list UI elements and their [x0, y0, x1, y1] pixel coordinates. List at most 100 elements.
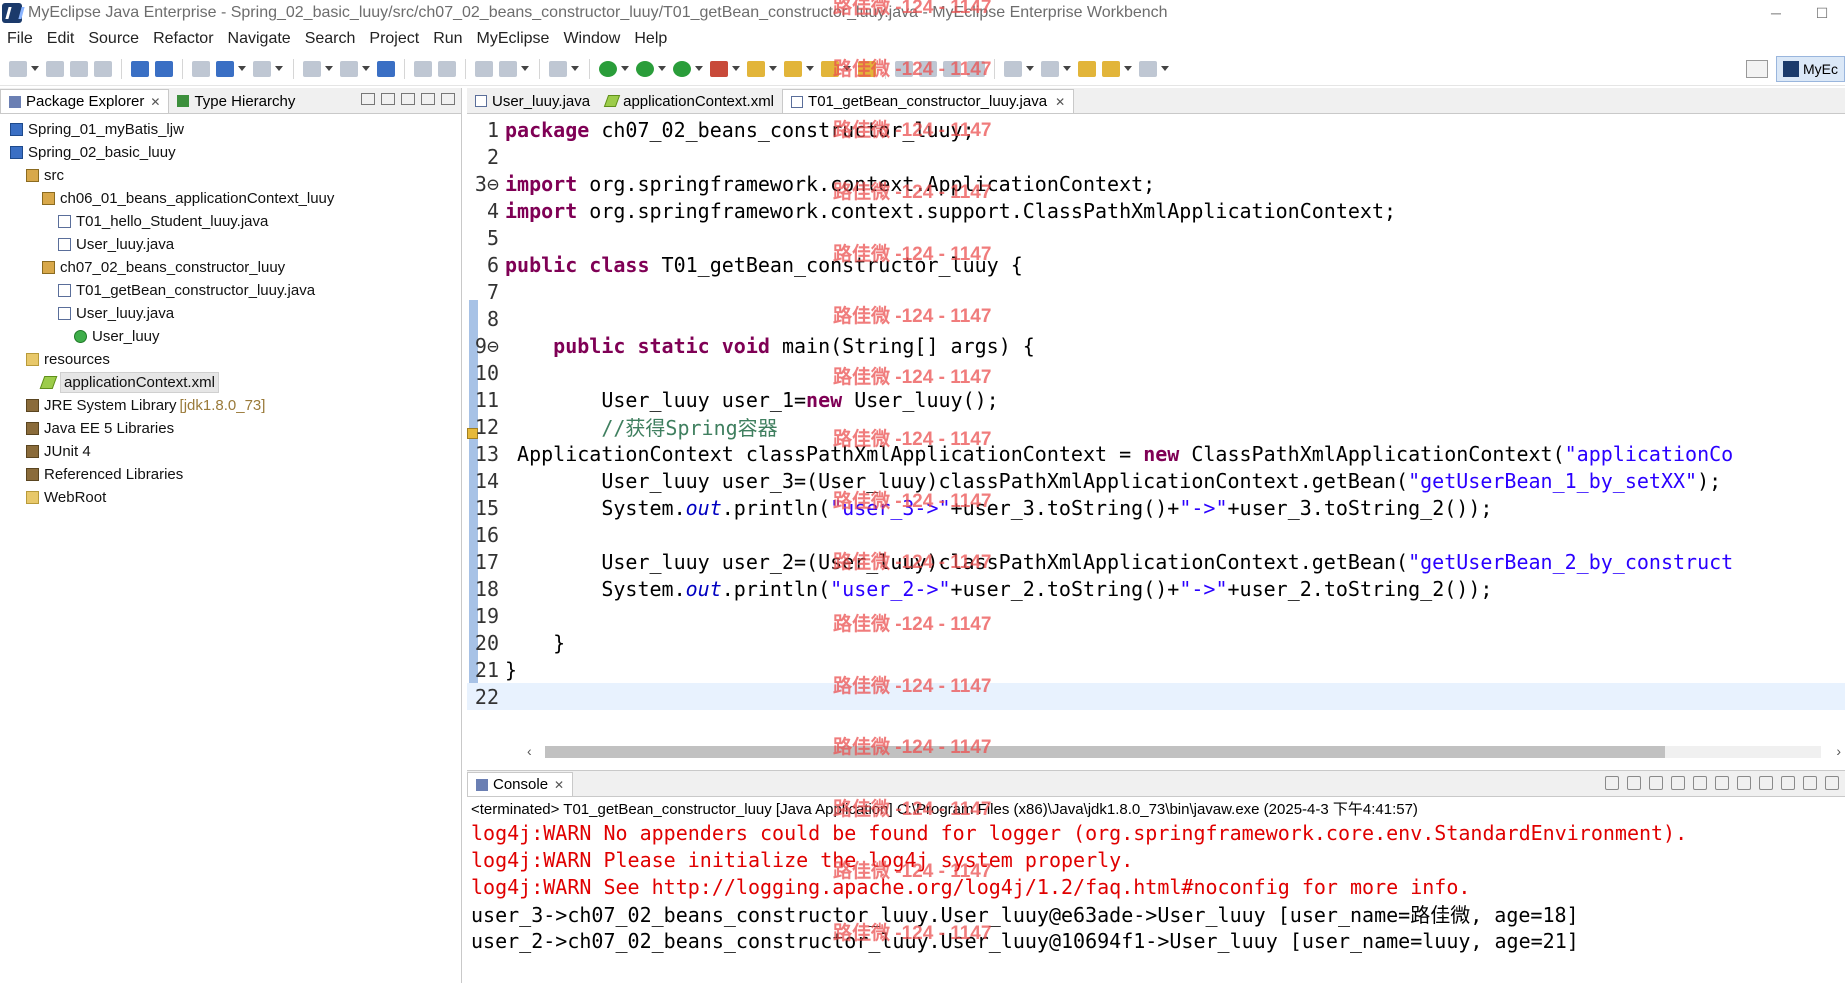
- tree-item[interactable]: Spring_01_myBatis_ljw: [0, 118, 461, 141]
- open-type-dropdown-icon[interactable]: [275, 66, 283, 71]
- code-line[interactable]: 8: [467, 305, 1845, 332]
- tree-item[interactable]: applicationContext.xml: [0, 371, 461, 394]
- collapse-all-icon[interactable]: [361, 93, 375, 105]
- new-dropdown-icon[interactable]: [31, 66, 39, 71]
- menu-source[interactable]: Source: [81, 30, 146, 48]
- code-line[interactable]: 3⊖ import org.springframework.context.App…: [467, 170, 1845, 197]
- new-package-icon[interactable]: [155, 60, 173, 77]
- menu-run[interactable]: Run: [426, 30, 469, 48]
- open-perspective-icon[interactable]: [1746, 60, 1768, 78]
- toggle-mark-occurrences-icon[interactable]: [895, 60, 913, 77]
- sync-icon[interactable]: [499, 60, 517, 77]
- code-line[interactable]: 12 //获得Spring容器: [467, 413, 1845, 441]
- back-icon[interactable]: [1102, 60, 1120, 77]
- web-browser-icon[interactable]: [192, 60, 210, 77]
- deploy-icon[interactable]: [340, 60, 358, 77]
- code-line[interactable]: 21}: [467, 656, 1845, 683]
- external-tools-icon[interactable]: [549, 60, 567, 77]
- run-icon[interactable]: [636, 60, 654, 77]
- tree-item[interactable]: resources: [0, 348, 461, 371]
- remove-all-terminated-icon[interactable]: [1649, 776, 1663, 790]
- remove-launch-icon[interactable]: [1627, 776, 1641, 790]
- editor-tab[interactable]: T01_getBean_constructor_luuy.java ✕: [782, 89, 1075, 113]
- tree-item[interactable]: ch07_02_beans_constructor_luuy: [0, 256, 461, 279]
- tree-item[interactable]: User_luuy.java: [0, 302, 461, 325]
- block-selection-icon[interactable]: [967, 60, 985, 77]
- code-line[interactable]: 18 System.out.println("user_2->"+user_2.…: [467, 575, 1845, 602]
- back-dropdown-icon[interactable]: [1124, 66, 1132, 71]
- code-line[interactable]: 7: [467, 278, 1845, 305]
- code-line[interactable]: 13 ApplicationContext classPathXmlApplic…: [467, 440, 1845, 467]
- link-with-editor-icon[interactable]: [381, 93, 395, 105]
- code-line[interactable]: 1 package ch07_02_beans_constructor_luuy;: [467, 116, 1845, 143]
- forward-dropdown-icon[interactable]: [1161, 66, 1169, 71]
- editor-tab[interactable]: User_luuy.java: [467, 89, 598, 113]
- show-on-error-icon[interactable]: [1737, 776, 1751, 790]
- maximize-view-icon[interactable]: [441, 93, 455, 105]
- scroll-right-icon[interactable]: ›: [1836, 743, 1841, 759]
- globe-icon[interactable]: [377, 60, 395, 77]
- code-line[interactable]: 5: [467, 224, 1845, 251]
- show-whitespace-icon[interactable]: [943, 60, 961, 77]
- tab-package-explorer[interactable]: Package Explorer ✕: [0, 89, 170, 113]
- new-icon[interactable]: [9, 60, 27, 77]
- open-folder-icon[interactable]: [821, 60, 839, 77]
- tree-item[interactable]: WebRoot: [0, 486, 461, 509]
- editor-tab[interactable]: applicationContext.xml: [598, 89, 782, 113]
- previous-annotation-dropdown-icon[interactable]: [1063, 66, 1071, 71]
- external-tools-dropdown-icon[interactable]: [571, 66, 579, 71]
- tree-item[interactable]: ch06_01_beans_applicationContext_luuy: [0, 187, 461, 210]
- next-annotation-icon[interactable]: [1004, 60, 1022, 77]
- menu-search[interactable]: Search: [298, 30, 363, 48]
- search-dropdown-icon[interactable]: [238, 66, 246, 71]
- code-line[interactable]: 6 public class T01_getBean_constructor_lu…: [467, 251, 1845, 278]
- menu-project[interactable]: Project: [362, 30, 426, 48]
- menu-edit[interactable]: Edit: [40, 30, 82, 48]
- open-console-icon[interactable]: [1803, 776, 1817, 790]
- debug-icon[interactable]: [599, 60, 617, 77]
- code-line[interactable]: 15 System.out.println("user_3->"+user_3.…: [467, 494, 1845, 521]
- tab-type-hierarchy[interactable]: Type Hierarchy: [169, 89, 303, 113]
- scroll-left-icon[interactable]: ‹: [527, 743, 532, 759]
- open-resource-icon[interactable]: [858, 60, 876, 77]
- debug-dropdown-icon[interactable]: [621, 66, 629, 71]
- tree-item[interactable]: Spring_02_basic_luuy: [0, 141, 461, 164]
- server-icon[interactable]: [303, 60, 321, 77]
- tree-item[interactable]: T01_hello_Student_luuy.java: [0, 210, 461, 233]
- terminate-icon[interactable]: [1605, 776, 1619, 790]
- new-java-project-icon[interactable]: [131, 60, 149, 77]
- console-output[interactable]: log4j:WARN No appenders could be found f…: [467, 819, 1845, 954]
- word-wrap-icon[interactable]: [1693, 776, 1707, 790]
- print-icon[interactable]: [94, 60, 112, 77]
- display-selected-console-icon[interactable]: [1781, 776, 1795, 790]
- show-on-output-icon[interactable]: [1715, 776, 1729, 790]
- tree-item[interactable]: JUnit 4: [0, 440, 461, 463]
- menu-refactor[interactable]: Refactor: [146, 30, 220, 48]
- pin-console-icon[interactable]: [1759, 776, 1773, 790]
- run-last-tool-dropdown-icon[interactable]: [695, 66, 703, 71]
- menu-file[interactable]: File: [0, 30, 40, 48]
- code-line[interactable]: 19: [467, 602, 1845, 629]
- menu-help[interactable]: Help: [627, 30, 674, 48]
- code-line[interactable]: 11 User_luuy user_1=new User_luuy();: [467, 386, 1845, 413]
- scroll-lock-icon[interactable]: [1671, 776, 1685, 790]
- tree-item[interactable]: User_luuy.java: [0, 233, 461, 256]
- run-dropdown-icon[interactable]: [658, 66, 666, 71]
- menu-window[interactable]: Window: [556, 30, 627, 48]
- tree-item[interactable]: Java EE 5 Libraries: [0, 417, 461, 440]
- tree-item[interactable]: User_luuy: [0, 325, 461, 348]
- skip-breakpoints-icon[interactable]: [438, 60, 456, 77]
- toggle-breakpoint-icon[interactable]: [414, 60, 432, 77]
- close-icon[interactable]: ✕: [554, 778, 564, 792]
- close-icon[interactable]: ✕: [1055, 95, 1065, 109]
- scroll-thumb[interactable]: [545, 746, 1665, 758]
- tab-console[interactable]: Console ✕: [467, 772, 574, 796]
- toggle-annotations-icon[interactable]: [919, 60, 937, 77]
- menu-navigate[interactable]: Navigate: [221, 30, 298, 48]
- view-menu-icon[interactable]: [1825, 776, 1839, 790]
- forward-icon[interactable]: [1139, 60, 1157, 77]
- menu-myeclipse[interactable]: MyEclipse: [470, 30, 557, 48]
- coverage-icon[interactable]: [710, 60, 728, 77]
- view-menu-icon[interactable]: [401, 93, 415, 105]
- code-line[interactable]: 20 }: [467, 629, 1845, 656]
